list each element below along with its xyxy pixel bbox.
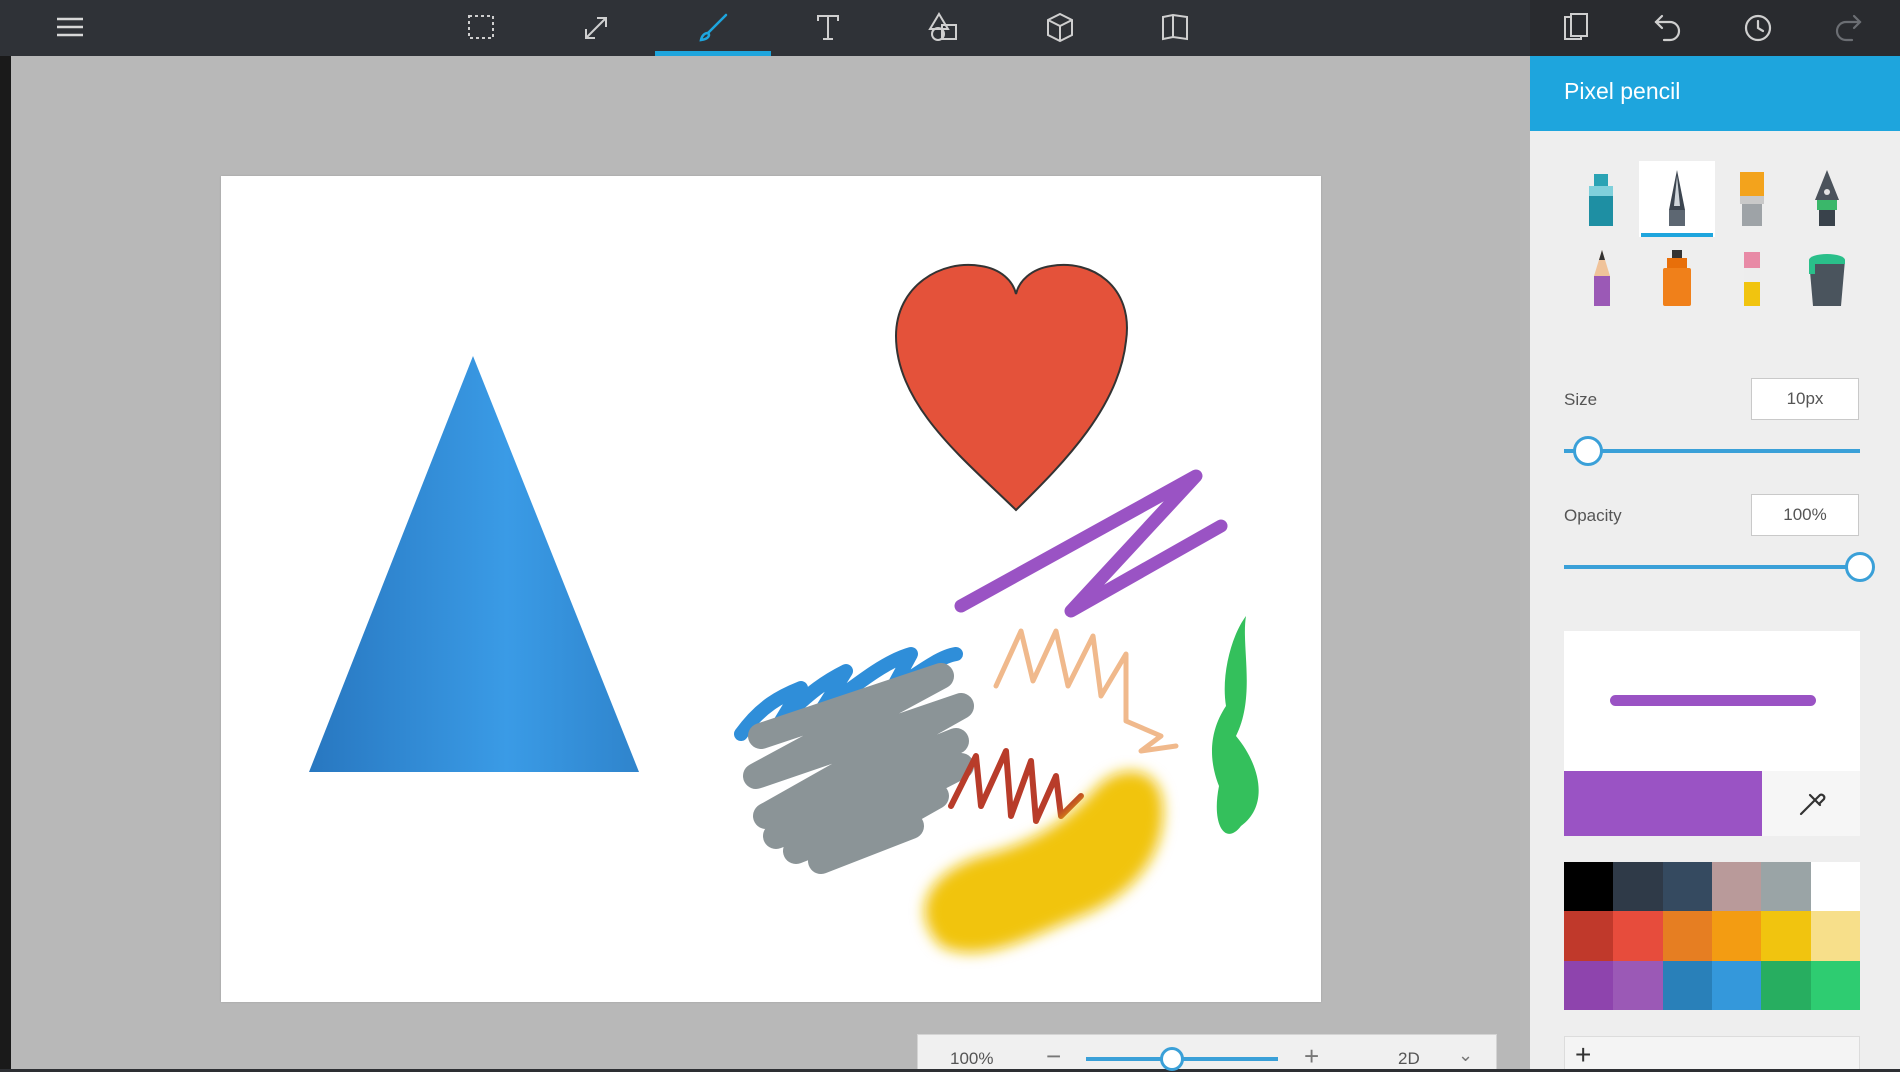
canvas-artwork (309, 263, 1259, 953)
color-swatch-11[interactable] (1761, 911, 1811, 961)
stickers-icon (1162, 13, 1188, 41)
color-swatch-8[interactable] (1613, 911, 1663, 961)
history-icon (1744, 14, 1772, 42)
text-icon (817, 15, 839, 40)
blue-triangle-shape[interactable] (309, 356, 639, 772)
crop-resize-icon (585, 17, 607, 39)
eraser-brush-icon (1744, 252, 1760, 306)
work-area: 100% − + 2D ⌄ (11, 56, 1530, 1072)
size-slider-track[interactable] (1564, 449, 1860, 453)
color-swatch-17[interactable] (1761, 960, 1811, 1010)
pixel-pencil-brush-icon (1669, 170, 1685, 226)
redo-button[interactable] (1790, 0, 1900, 56)
brush-stroke-preview (1564, 631, 1860, 771)
current-color-swatch[interactable] (1564, 771, 1762, 836)
oil-brush-icon (1740, 172, 1764, 226)
brushes-icon (699, 13, 728, 42)
zoom-out-button[interactable]: − (1046, 1041, 1061, 1072)
color-swatch-15[interactable] (1662, 960, 1712, 1010)
red-zigzag-stroke[interactable] (948, 748, 1084, 824)
purple-zigzag-stroke[interactable] (954, 469, 1228, 618)
opacity-label: Opacity (1564, 506, 1622, 525)
color-swatch-2[interactable] (1613, 862, 1663, 912)
opacity-slider-track[interactable] (1564, 565, 1860, 569)
pencil-brush-button[interactable] (1564, 241, 1640, 317)
menu-icon (57, 17, 83, 37)
size-slider-thumb[interactable] (1572, 436, 1603, 466)
view-mode-dropdown[interactable]: 2D (1398, 1049, 1420, 1069)
brush-settings-panel: Pixel pencil Size 10px Opacity 100% + (1530, 56, 1900, 1069)
menu-button[interactable] (12, 0, 128, 56)
color-swatch-5[interactable] (1761, 862, 1811, 912)
pencil-brush-icon (1594, 250, 1610, 306)
opacity-slider-thumb[interactable] (1845, 552, 1875, 582)
eyedropper-button[interactable] (1762, 771, 1860, 836)
color-swatch-9[interactable] (1662, 911, 1712, 961)
spray-can-brush-icon (1663, 250, 1691, 306)
color-swatch-13[interactable] (1564, 960, 1614, 1010)
zoom-slider-thumb[interactable] (1160, 1047, 1185, 1071)
zoom-in-button[interactable]: + (1304, 1041, 1319, 1072)
opacity-value-field[interactable]: 100% (1751, 494, 1859, 536)
color-swatch-12[interactable] (1810, 911, 1860, 961)
size-label: Size (1564, 390, 1598, 409)
panel-title: Pixel pencil (1564, 78, 1681, 104)
zoom-bar: 100% − + 2D ⌄ (917, 1034, 1497, 1072)
fill-bucket-brush-button[interactable] (1789, 241, 1865, 317)
color-swatch-16[interactable] (1711, 960, 1762, 1010)
top-toolbar (0, 0, 1900, 56)
select-tool-button[interactable] (423, 0, 539, 56)
redo-icon (1835, 14, 1862, 42)
plus-icon: + (1575, 1039, 1592, 1070)
2d-shapes-tool-button[interactable] (886, 0, 1002, 56)
color-palette (1564, 862, 1860, 1010)
add-color-button[interactable]: + (1564, 1036, 1860, 1069)
eraser-brush-button[interactable] (1714, 241, 1790, 317)
text-tool-button[interactable] (770, 0, 886, 56)
color-swatch-7[interactable] (1564, 911, 1614, 961)
spray-can-brush-button[interactable] (1639, 241, 1715, 317)
color-swatch-4[interactable] (1711, 862, 1762, 912)
stickers-tool-button[interactable] (1117, 0, 1233, 56)
green-blob-stroke[interactable] (1211, 616, 1259, 834)
red-heart-shape[interactable] (894, 263, 1128, 512)
marker-brush-icon (1589, 174, 1613, 226)
2d-shapes-icon (928, 12, 957, 41)
size-value-field[interactable]: 10px (1751, 378, 1859, 420)
paste-icon (1564, 13, 1588, 40)
eyedropper-icon (1799, 793, 1826, 815)
color-swatch-3[interactable] (1662, 862, 1712, 912)
marker-brush-button[interactable] (1564, 161, 1640, 237)
panel-header: Pixel pencil (1530, 56, 1900, 131)
oil-brush-button[interactable] (1714, 161, 1790, 237)
color-swatch-18[interactable] (1810, 960, 1860, 1010)
calligraphy-pen-brush-button[interactable] (1789, 161, 1865, 237)
fill-bucket-brush-icon (1809, 254, 1845, 306)
pixel-pencil-brush-button[interactable] (1639, 161, 1715, 237)
brushes-tool-button[interactable] (655, 0, 771, 56)
select-icon (468, 15, 494, 39)
preview-stroke (1610, 695, 1816, 706)
color-swatch-10[interactable] (1711, 911, 1762, 961)
3d-objects-icon (1047, 12, 1073, 43)
calligraphy-pen-brush-icon (1815, 170, 1839, 226)
drawing-canvas[interactable] (221, 176, 1321, 1002)
peach-zigzag-stroke[interactable] (993, 628, 1179, 754)
crop-resize-tool-button[interactable] (538, 0, 654, 56)
color-swatch-1[interactable] (1564, 862, 1614, 912)
color-swatch-14[interactable] (1613, 960, 1663, 1010)
chevron-down-icon[interactable]: ⌄ (1458, 1045, 1473, 1066)
undo-icon (1654, 14, 1681, 42)
window-left-edge (0, 56, 11, 1069)
3d-objects-tool-button[interactable] (1002, 0, 1118, 56)
color-swatch-6[interactable] (1810, 862, 1860, 912)
zoom-level-text: 100% (950, 1049, 994, 1068)
